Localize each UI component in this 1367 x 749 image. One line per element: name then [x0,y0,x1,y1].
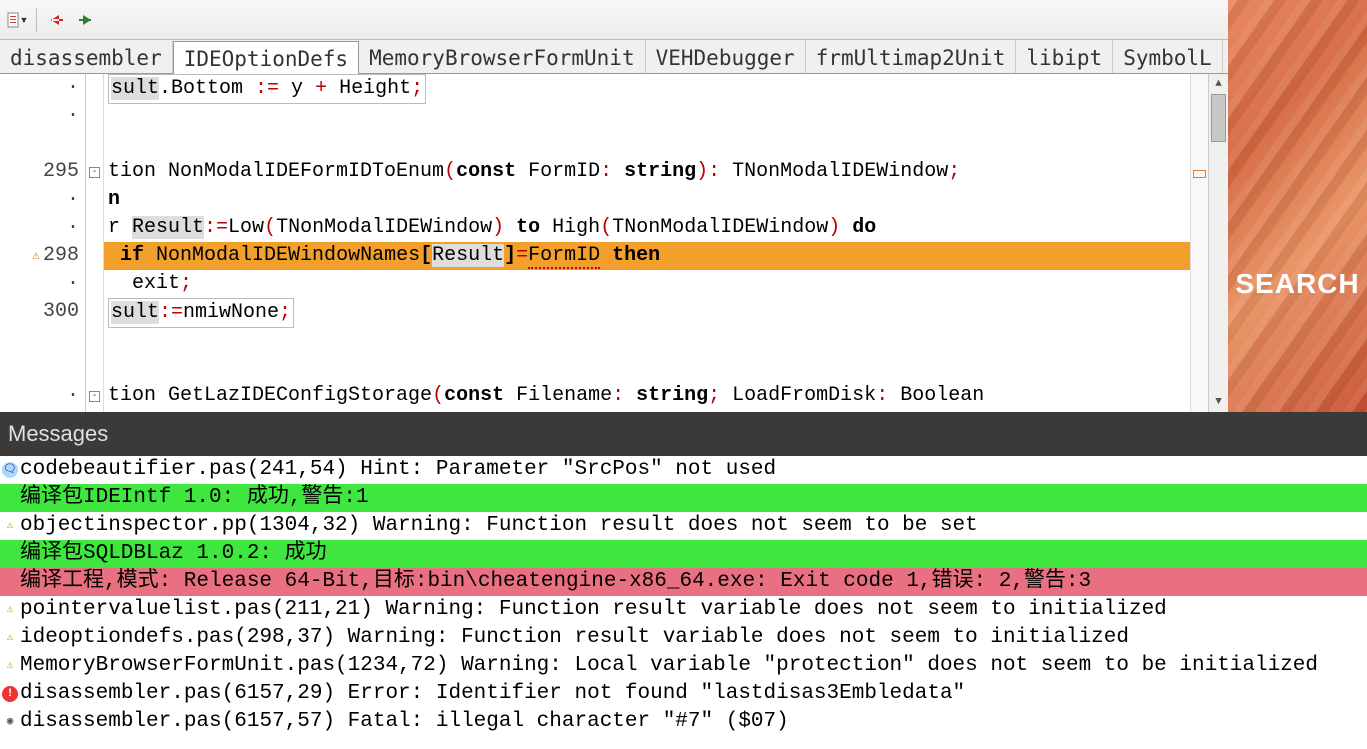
fold-marker[interactable]: - [86,158,103,186]
arrow-right-icon [77,13,95,27]
nav-forward-button[interactable] [73,7,99,33]
warning-icon: ⚠ [32,242,40,270]
message-text: disassembler.pas(6157,29) Error: Identif… [20,680,965,708]
fold-marker [86,270,103,298]
fold-marker[interactable]: - [86,382,103,410]
blank-icon [2,490,18,506]
blank-icon [2,574,18,590]
line-number: · [0,74,79,102]
line-number: · [0,382,79,410]
line-number: ⚠298 [0,242,79,270]
message-text: 编译包IDEIntf 1.0: 成功,警告:1 [20,484,369,512]
code-line[interactable] [104,102,1190,130]
code-line[interactable]: sult.Bottom := y + Height; [104,74,1190,102]
editor-tabs: disassemblerIDEOptionDefsMemoryBrowserFo… [0,40,1228,74]
hint-icon: 🗨 [2,462,18,478]
message-line[interactable]: !disassembler.pas(6157,29) Error: Identi… [0,680,1367,708]
line-number-gutter[interactable]: ··295··⚠298·300· [0,74,86,412]
arrow-left-icon [47,13,65,27]
blank-icon [2,546,18,562]
message-line[interactable]: 编译包IDEIntf 1.0: 成功,警告:1 [0,484,1367,512]
code-line[interactable] [104,130,1190,158]
code-line[interactable] [104,326,1190,354]
warning-icon: ⚠ [2,630,18,646]
message-text: 编译工程,模式: Release 64-Bit,目标:bin\cheatengi… [20,568,1091,596]
message-text: MemoryBrowserFormUnit.pas(1234,72) Warni… [20,652,1318,680]
warning-icon: ⚠ [2,602,18,618]
tab-memorybrowserformunit[interactable]: MemoryBrowserFormUnit [359,40,646,73]
line-number: · [0,102,79,130]
tab-libipt[interactable]: libipt [1016,40,1113,73]
message-line[interactable]: 编译工程,模式: Release 64-Bit,目标:bin\cheatengi… [0,568,1367,596]
vertical-scrollbar[interactable]: ▲ ▼ [1208,74,1228,412]
fold-marker [86,102,103,130]
chevron-down-icon: ▼ [20,15,29,25]
message-line[interactable]: ⚠objectinspector.pp(1304,32) Warning: Fu… [0,512,1367,540]
fold-marker [86,298,103,326]
messages-panel-title[interactable]: Messages [0,412,1367,456]
message-text: 编译包SQLDBLaz 1.0.2: 成功 [20,540,327,568]
line-number: 300 [0,298,79,326]
document-dropdown-button[interactable]: ▼ [4,7,30,33]
line-number: · [0,186,79,214]
fatal-icon: ◉ [2,714,18,730]
warning-icon: ⚠ [2,658,18,674]
tab-symboll[interactable]: SymbolL [1113,40,1223,73]
message-line[interactable]: ⚠MemoryBrowserFormUnit.pas(1234,72) Warn… [0,652,1367,680]
toolbar: ▼ [0,0,1228,40]
nav-back-button[interactable] [43,7,69,33]
tab-disassembler[interactable]: disassembler [0,40,173,73]
line-number [0,326,79,354]
message-line[interactable]: 编译包SQLDBLaz 1.0.2: 成功 [0,540,1367,568]
desktop-search-label: SEARCH [1228,268,1367,300]
desktop-background: SEARCH [1228,0,1367,412]
code-line[interactable]: exit; [104,270,1190,298]
tab-frmultimap2unit[interactable]: frmUltimap2Unit [806,40,1017,73]
fold-marker [86,354,103,382]
code-line[interactable]: sult:=nmiwNone; [104,298,1190,326]
message-line[interactable]: 🗨codebeautifier.pas(241,54) Hint: Parame… [0,456,1367,484]
scroll-up-icon[interactable]: ▲ [1209,74,1228,94]
overview-ruler [1190,74,1208,412]
overview-mark[interactable] [1193,170,1206,178]
toolbar-separator [36,8,37,32]
message-text: objectinspector.pp(1304,32) Warning: Fun… [20,512,978,540]
scroll-down-icon[interactable]: ▼ [1209,392,1228,412]
fold-marker [86,326,103,354]
fold-marker [86,186,103,214]
error-icon: ! [2,686,18,702]
code-line[interactable]: tion NonModalIDEFormIDToEnum(const FormI… [104,158,1190,186]
line-number: 295 [0,158,79,186]
code-line[interactable] [104,354,1190,382]
editor-area: ··295··⚠298·300· -- sult.Bottom := y + H… [0,74,1228,412]
fold-marker [86,74,103,102]
message-line[interactable]: ⚠ideoptiondefs.pas(298,37) Warning: Func… [0,624,1367,652]
code-editor[interactable]: sult.Bottom := y + Height; tion NonModalI… [104,74,1190,412]
message-line[interactable]: ◉disassembler.pas(6157,57) Fatal: illega… [0,708,1367,736]
fold-marker [86,130,103,158]
message-text: pointervaluelist.pas(211,21) Warning: Fu… [20,596,1167,624]
code-line[interactable]: r Result:=Low(TNonModalIDEWindow) to Hig… [104,214,1190,242]
tab-vehdebugger[interactable]: VEHDebugger [646,40,806,73]
line-number [0,130,79,158]
line-number: · [0,270,79,298]
code-line[interactable]: if NonModalIDEWindowNames[Result]=FormID… [104,242,1190,270]
fold-marker [86,242,103,270]
message-text: ideoptiondefs.pas(298,37) Warning: Funct… [20,624,1129,652]
messages-list[interactable]: 🗨codebeautifier.pas(241,54) Hint: Parame… [0,456,1367,736]
line-number: · [0,214,79,242]
message-text: codebeautifier.pas(241,54) Hint: Paramet… [20,456,776,484]
warning-icon: ⚠ [2,518,18,534]
scrollbar-thumb[interactable] [1211,94,1226,142]
fold-column[interactable]: -- [86,74,104,412]
code-line[interactable]: tion GetLazIDEConfigStorage(const Filena… [104,382,1190,410]
fold-marker [86,214,103,242]
message-text: disassembler.pas(6157,57) Fatal: illegal… [20,708,789,736]
tab-ideoptiondefs[interactable]: IDEOptionDefs [173,41,359,74]
code-line[interactable]: n [104,186,1190,214]
message-line[interactable]: ⚠pointervaluelist.pas(211,21) Warning: F… [0,596,1367,624]
line-number [0,354,79,382]
